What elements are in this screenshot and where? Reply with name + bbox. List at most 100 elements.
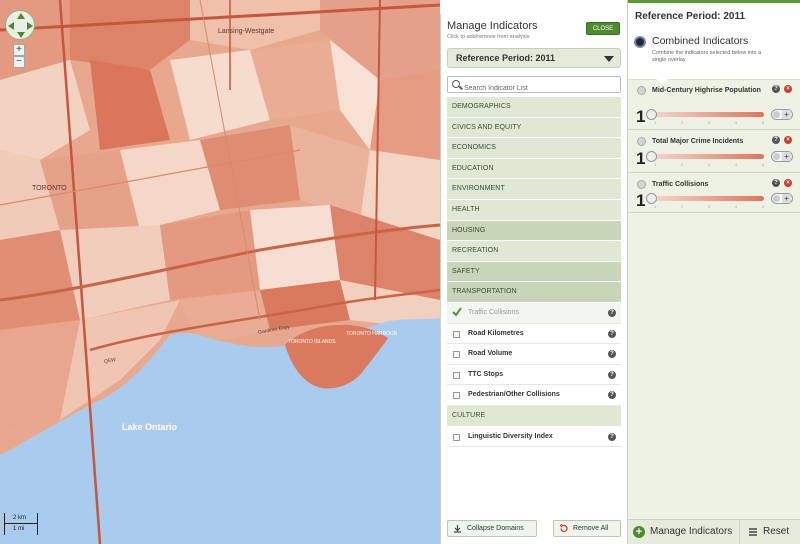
indicator-name: Mid-Century Highrise Population (652, 87, 761, 94)
help-icon[interactable]: ? (772, 85, 780, 93)
checkbox[interactable] (453, 433, 460, 441)
close-button[interactable]: CLOSE (586, 22, 620, 35)
combined-indicators-option[interactable]: Combined Indicators Combine the indicato… (628, 28, 800, 85)
indicator-label: Linguistic Diversity Index (468, 432, 553, 440)
indicator-name: Total Major Crime Incidents (652, 138, 744, 145)
indicator-road-kilometres[interactable]: Road Kilometres ? (447, 323, 621, 345)
remove-icon[interactable]: × (784, 179, 792, 187)
domain-list: DEMOGRAPHICS CIVICS AND EQUITY ECONOMICS… (447, 97, 621, 448)
search-box[interactable] (447, 76, 621, 96)
weight-value: 1 (636, 107, 646, 126)
indicator-traffic-collisions[interactable]: Traffic Collisions ? (447, 302, 621, 324)
remove-all-button[interactable]: Remove All (553, 520, 621, 537)
indicator-pedestrian-other-collisions[interactable]: Pedestrian/Other Collisions ? (447, 385, 621, 406)
indicator-toggle[interactable]: + (771, 109, 793, 120)
weight-slider-thumb[interactable] (646, 109, 657, 120)
scale-mi: 1 mi (13, 526, 25, 532)
domain-civics-and-equity[interactable]: CIVICS AND EQUITY (447, 117, 621, 139)
checkmark-icon (452, 307, 462, 317)
slider-ticks: 12345 (654, 204, 764, 209)
indicator-road-volume[interactable]: Road Volume ? (447, 344, 621, 365)
domain-safety[interactable]: SAFETY (447, 261, 621, 283)
choropleth-map (0, 0, 440, 544)
selected-indicator-1: Mid-Century Highrise Population ? × 1 12… (628, 80, 800, 130)
pan-control[interactable] (5, 10, 35, 40)
selected-indicators-panel: Reference Period: 2011 Combined Indicato… (627, 0, 800, 544)
undo-icon (559, 524, 568, 533)
weight-value: 1 (636, 191, 646, 210)
zoom-out-button[interactable]: − (13, 56, 25, 68)
reference-period-select[interactable]: Reference Period: 2011 (447, 48, 621, 68)
help-icon[interactable]: ? (608, 391, 616, 400)
domain-economics[interactable]: ECONOMICS (447, 138, 621, 159)
collapse-label: Collapse Domains (467, 525, 524, 532)
combined-radio[interactable] (634, 36, 646, 48)
domain-housing[interactable]: HOUSING (447, 220, 621, 242)
slider-ticks: 12345 (654, 162, 764, 167)
weight-slider-track[interactable] (650, 196, 764, 201)
scale-km: 2 km (13, 515, 27, 521)
map-scale: 2 km 1 mi (4, 513, 38, 535)
combined-description: Combine the indicators selected below in… (652, 50, 762, 63)
map-label-lake: Lake Ontario (122, 422, 178, 432)
help-icon[interactable]: ? (608, 370, 616, 379)
help-icon[interactable]: ? (772, 136, 780, 144)
help-icon[interactable]: ? (772, 179, 780, 187)
domain-education[interactable]: EDUCATION (447, 158, 621, 180)
domain-transportation[interactable]: TRANSPORTATION (447, 282, 621, 303)
reset-button[interactable]: Reset (741, 520, 800, 544)
search-icon (452, 80, 460, 88)
indicator-ttc-stops[interactable]: TTC Stops ? (447, 364, 621, 386)
help-icon[interactable]: ? (608, 432, 616, 441)
reset-label: Reset (763, 526, 790, 537)
right-panel-footer: + Manage Indicators Reset (628, 519, 800, 544)
help-icon[interactable]: ? (608, 308, 616, 317)
remove-icon[interactable]: × (784, 85, 792, 93)
zoom-in-button[interactable]: + (13, 44, 25, 56)
collapse-domains-button[interactable]: Collapse Domains (447, 520, 537, 537)
search-input[interactable] (464, 81, 614, 96)
weight-slider-track[interactable] (650, 154, 764, 159)
checkbox[interactable] (453, 330, 460, 338)
indicator-label: TTC Stops (468, 370, 503, 378)
indicator-radio[interactable] (637, 86, 646, 95)
map-view[interactable]: + − Lansing-Westgate TORONTO Lake Ontari… (0, 0, 440, 544)
pan-left-icon[interactable] (8, 22, 14, 30)
checkbox[interactable] (453, 392, 460, 400)
pan-right-icon[interactable] (27, 22, 33, 30)
reset-icon (749, 528, 757, 536)
domain-recreation[interactable]: RECREATION (447, 241, 621, 262)
indicator-radio[interactable] (637, 137, 646, 146)
domain-demographics[interactable]: DEMOGRAPHICS (447, 97, 621, 118)
indicator-label: Traffic Collisions (468, 308, 519, 316)
plus-icon: + (782, 110, 791, 119)
plus-icon: + (782, 152, 791, 161)
indicator-toggle[interactable]: + (771, 151, 793, 162)
help-icon[interactable]: ? (608, 329, 616, 338)
domain-culture[interactable]: CULTURE (447, 405, 621, 427)
remove-all-label: Remove All (573, 525, 609, 532)
indicator-toggle[interactable]: + (771, 193, 793, 204)
weight-slider-thumb[interactable] (646, 151, 657, 162)
help-icon[interactable]: ? (608, 350, 616, 359)
indicator-linguistic-diversity-index[interactable]: Linguistic Diversity Index ? (447, 426, 621, 448)
indicator-radio[interactable] (637, 180, 646, 189)
collapse-icon (454, 525, 461, 533)
selected-indicator-2: Total Major Crime Incidents ? × 1 12345 … (628, 130, 800, 173)
pan-up-icon[interactable] (17, 13, 25, 19)
remove-icon[interactable]: × (784, 136, 792, 144)
indicator-label: Road Volume (468, 350, 513, 358)
manage-indicators-button[interactable]: + Manage Indicators (628, 520, 740, 544)
pan-down-icon[interactable] (17, 32, 25, 38)
plus-icon: + (782, 194, 791, 203)
domain-health[interactable]: HEALTH (447, 199, 621, 221)
checkbox[interactable] (453, 371, 460, 379)
checkbox[interactable] (453, 351, 460, 359)
weight-slider-thumb[interactable] (646, 193, 657, 204)
right-reference-period: Reference Period: 2011 (628, 3, 800, 28)
weight-slider-track[interactable] (650, 112, 764, 117)
manage-indicators-panel: Manage Indicators Click to add/remove fr… (440, 14, 626, 544)
map-label-toronto: TORONTO (32, 185, 67, 192)
domain-environment[interactable]: ENVIRONMENT (447, 179, 621, 200)
indicator-name: Traffic Collisions (652, 181, 709, 188)
